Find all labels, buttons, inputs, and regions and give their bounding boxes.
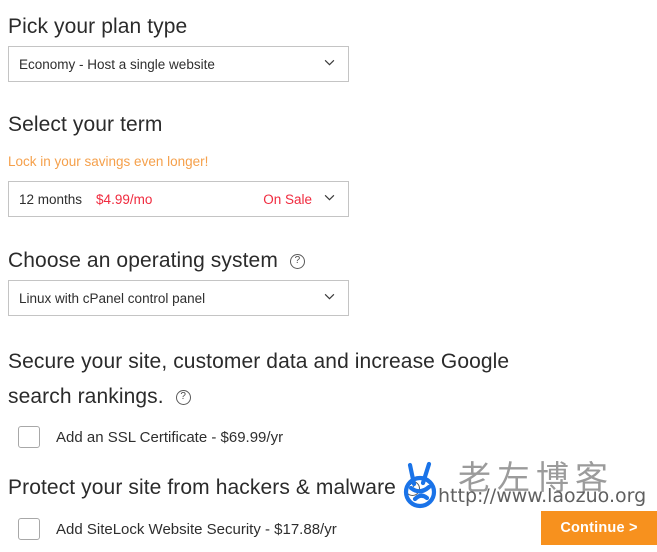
watermark-url-text: http://www.laozuo.org [438, 485, 647, 507]
chevron-down-icon [324, 57, 335, 68]
watermark-brand-text: 老左博客 [458, 458, 614, 497]
sitelock-heading-row: Protect your site from hackers & malware [8, 473, 420, 503]
ssl-heading-block: Secure your site, customer data and incr… [8, 347, 548, 412]
operating-system-select[interactable]: Linux with cPanel control panel [8, 280, 349, 316]
help-circle-icon[interactable] [404, 480, 420, 496]
ssl-heading-line-2: search rankings. [8, 385, 164, 408]
sitelock-checkbox-row[interactable]: Add SiteLock Website Security - $17.88/y… [18, 518, 337, 540]
continue-button[interactable]: Continue > [541, 511, 657, 545]
chevron-down-icon [324, 192, 335, 203]
term-price-value: $4.99/mo [96, 191, 153, 207]
help-circle-icon[interactable] [289, 253, 305, 269]
on-sale-badge: On Sale [263, 191, 312, 207]
sitelock-heading: Protect your site from hackers & malware [8, 476, 396, 499]
ssl-certificate-label: Add an SSL Certificate - $69.99/yr [56, 428, 284, 446]
ssl-certificate-checkbox[interactable] [18, 426, 40, 448]
chevron-down-icon [324, 291, 335, 302]
operating-system-heading: Choose an operating system [8, 249, 278, 272]
term-heading: Select your term [8, 113, 163, 136]
term-months-value: 12 months [19, 191, 83, 207]
ssl-heading-line-2-row: search rankings. [8, 382, 548, 412]
term-select[interactable]: 12 months $4.99/mo On Sale [8, 181, 349, 217]
sitelock-checkbox[interactable] [18, 518, 40, 540]
plan-configuration-page: Pick your plan type Economy - Host a sin… [0, 0, 657, 552]
ssl-heading-line-1: Secure your site, customer data and incr… [8, 350, 510, 373]
watermark: 老左博客 http://www.laozuo.org [396, 455, 657, 515]
ssl-certificate-checkbox-row[interactable]: Add an SSL Certificate - $69.99/yr [18, 426, 283, 448]
plan-type-selected-value: Economy - Host a single website [19, 56, 215, 72]
plan-type-heading: Pick your plan type [8, 15, 188, 38]
help-circle-icon[interactable] [175, 389, 191, 405]
operating-system-heading-row: Choose an operating system [8, 246, 305, 276]
plan-type-select[interactable]: Economy - Host a single website [8, 46, 349, 82]
sitelock-label: Add SiteLock Website Security - $17.88/y… [56, 520, 337, 538]
operating-system-selected-value: Linux with cPanel control panel [19, 290, 206, 306]
savings-note: Lock in your savings even longer! [8, 154, 209, 169]
